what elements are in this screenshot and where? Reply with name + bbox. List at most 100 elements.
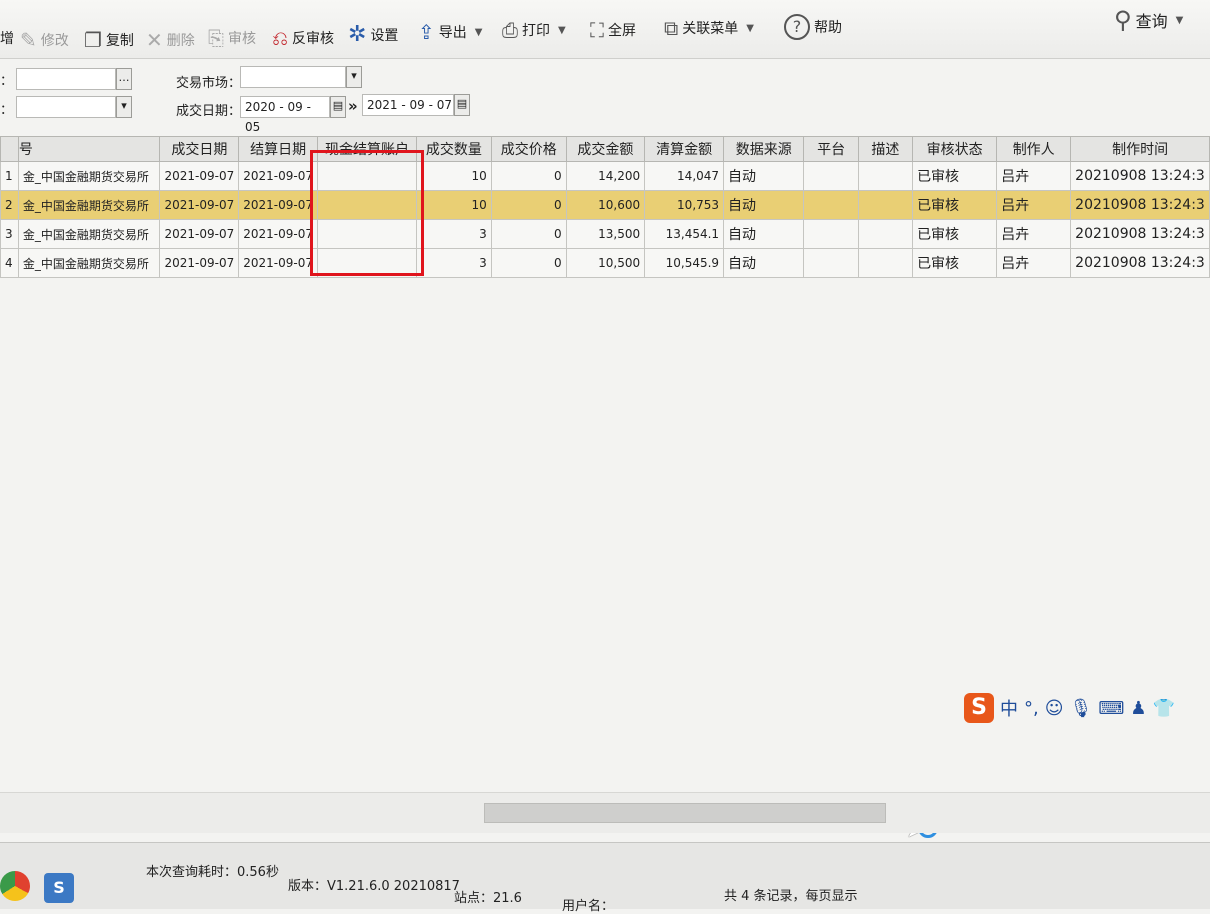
filter-row2-dropdown-icon[interactable]: ▾: [116, 96, 132, 118]
unaudit-button[interactable]: ⎌ 反审核: [272, 26, 334, 50]
desc: [857, 219, 914, 249]
qty: 10: [416, 190, 492, 220]
col-header-make-time[interactable]: 制作时间: [1070, 136, 1210, 162]
audit-status: 已审核: [912, 248, 998, 278]
filter-row1-input[interactable]: [16, 68, 116, 90]
export-icon: ⇪: [418, 20, 435, 44]
col-header-clear-amount[interactable]: 清算金额: [644, 136, 725, 162]
table-header-row: 号 成交日期 结算日期 现金结算账户 成交数量 成交价格 成交金额 清算金额 数…: [0, 136, 1210, 162]
query-button[interactable]: ⚲ 查询 ▼: [1114, 6, 1183, 34]
exchange-name: 金_中国金融期货交易所: [17, 161, 161, 191]
table-row[interactable]: 4 金_中国金融期货交易所 2021-09-07 2021-09-07 3 0 …: [0, 248, 1210, 278]
gear-icon: ✲: [348, 22, 367, 47]
table-row[interactable]: 3 金_中国金融期货交易所 2021-09-07 2021-09-07 3 0 …: [0, 219, 1210, 249]
market-select[interactable]: [240, 66, 346, 88]
app-taskbar-icon[interactable]: S: [44, 873, 74, 903]
table-row[interactable]: 1 金_中国金融期货交易所 2021-09-07 2021-09-07 10 0…: [0, 161, 1210, 191]
scrollbar-thumb[interactable]: [484, 803, 886, 823]
export-button[interactable]: ⇪ 导出 ▼: [418, 20, 482, 44]
source: 自动: [723, 161, 805, 191]
trade-date: 2021-09-07: [159, 248, 240, 278]
source: 自动: [723, 190, 805, 220]
fullscreen-icon: ⛶: [590, 18, 604, 42]
chrome-icon[interactable]: [0, 871, 30, 901]
audit-button[interactable]: ⎘ 审核: [208, 26, 256, 50]
col-header-name[interactable]: 号: [17, 136, 161, 162]
print-dropdown-icon[interactable]: ▼: [558, 25, 566, 36]
date-to-calendar-icon[interactable]: ▤: [454, 94, 470, 116]
col-header-amount[interactable]: 成交金额: [565, 136, 646, 162]
microphone-icon[interactable]: 🎙: [1070, 698, 1093, 719]
edit-button[interactable]: ✎ 修改: [20, 28, 69, 52]
settle-date: 2021-09-07: [238, 161, 318, 191]
record-count-text: 共 4 条记录，每页显示: [724, 889, 858, 904]
col-header-qty[interactable]: 成交数量: [416, 136, 492, 162]
emoji-icon[interactable]: ☺: [1045, 698, 1064, 719]
related-menu-dropdown-icon[interactable]: ▼: [746, 23, 754, 34]
row-index: 3: [0, 219, 19, 249]
ime-mode[interactable]: 中: [1000, 695, 1018, 721]
col-header-price[interactable]: 成交价格: [490, 136, 567, 162]
filter-row2-label: ：: [0, 103, 14, 118]
status-bar: S 本次查询耗时：0.56秒 版本：V1.21.6.0 20210817 站点：…: [0, 842, 1210, 914]
table-row-selected[interactable]: 2 金_中国金融期货交易所 2021-09-07 2021-09-07 10 0…: [0, 190, 1210, 220]
settings-button[interactable]: ✲ 设置: [348, 22, 398, 47]
price: 0: [490, 190, 567, 220]
maker: 吕卉: [996, 161, 1072, 191]
help-button[interactable]: ? 帮助: [784, 14, 842, 40]
date-from-input[interactable]: 2020 - 09 - 05: [240, 96, 330, 134]
col-header-index[interactable]: [0, 136, 19, 162]
skin-icon[interactable]: 👕: [1152, 698, 1174, 719]
help-label: 帮助: [814, 20, 842, 36]
date-range-separator: »: [348, 97, 358, 115]
exchange-name: 金_中国金融期货交易所: [17, 248, 161, 278]
audit-status: 已审核: [912, 161, 998, 191]
desc: [857, 248, 914, 278]
audit-label: 审核: [228, 31, 256, 47]
trade-date: 2021-09-07: [159, 219, 240, 249]
filter-row1-browse-button[interactable]: …: [116, 68, 132, 90]
exchange-name: 金_中国金融期货交易所: [17, 190, 161, 220]
price: 0: [490, 219, 567, 249]
fullscreen-button[interactable]: ⛶ 全屏: [590, 18, 636, 42]
col-header-settle-date[interactable]: 结算日期: [238, 136, 318, 162]
delete-icon: ✕: [146, 28, 163, 52]
filter-row2-select[interactable]: [16, 96, 116, 118]
user-icon[interactable]: ♟: [1130, 698, 1146, 719]
ime-punctuation[interactable]: °,: [1024, 698, 1039, 719]
col-header-audit-status[interactable]: 审核状态: [912, 136, 998, 162]
edit-icon: ✎: [20, 28, 37, 52]
copy-button[interactable]: ❐ 复制: [84, 28, 134, 52]
col-header-source[interactable]: 数据来源: [723, 136, 805, 162]
maker: 吕卉: [996, 190, 1072, 220]
add-button[interactable]: 增: [0, 28, 14, 48]
query-label: 查询: [1135, 12, 1168, 31]
keyboard-icon[interactable]: ⌨: [1098, 698, 1124, 719]
fullscreen-label: 全屏: [608, 23, 636, 39]
audit-status: 已审核: [912, 219, 998, 249]
settle-date: 2021-09-07: [238, 248, 318, 278]
date-from-calendar-icon[interactable]: ▤: [330, 96, 346, 118]
ime-toolbar[interactable]: S 中 °, ☺ 🎙 ⌨ ♟ 👕: [964, 690, 1210, 726]
export-dropdown-icon[interactable]: ▼: [475, 27, 483, 38]
query-dropdown-icon[interactable]: ▼: [1176, 15, 1184, 26]
clear-amount: 14,047: [644, 161, 725, 191]
export-label: 导出: [438, 25, 467, 41]
make-time: 20210908 13:24:3: [1070, 219, 1210, 249]
platform: [803, 248, 859, 278]
delete-button[interactable]: ✕ 删除: [146, 28, 195, 52]
col-header-desc[interactable]: 描述: [857, 136, 914, 162]
source: 自动: [723, 248, 805, 278]
market-dropdown-icon[interactable]: ▾: [346, 66, 362, 88]
edit-label: 修改: [40, 33, 69, 49]
col-header-maker[interactable]: 制作人: [996, 136, 1072, 162]
print-button[interactable]: ⎙ 打印 ▼: [502, 18, 566, 42]
make-time: 20210908 13:24:3: [1070, 190, 1210, 220]
col-header-platform[interactable]: 平台: [803, 136, 859, 162]
maker: 吕卉: [996, 219, 1072, 249]
related-menu-button[interactable]: ⧉ 关联菜单 ▼: [664, 16, 754, 40]
date-to-input[interactable]: 2021 - 09 - 07: [362, 94, 454, 116]
horizontal-scrollbar[interactable]: [0, 792, 1210, 833]
amount: 14,200: [565, 161, 646, 191]
col-header-trade-date[interactable]: 成交日期: [159, 136, 240, 162]
